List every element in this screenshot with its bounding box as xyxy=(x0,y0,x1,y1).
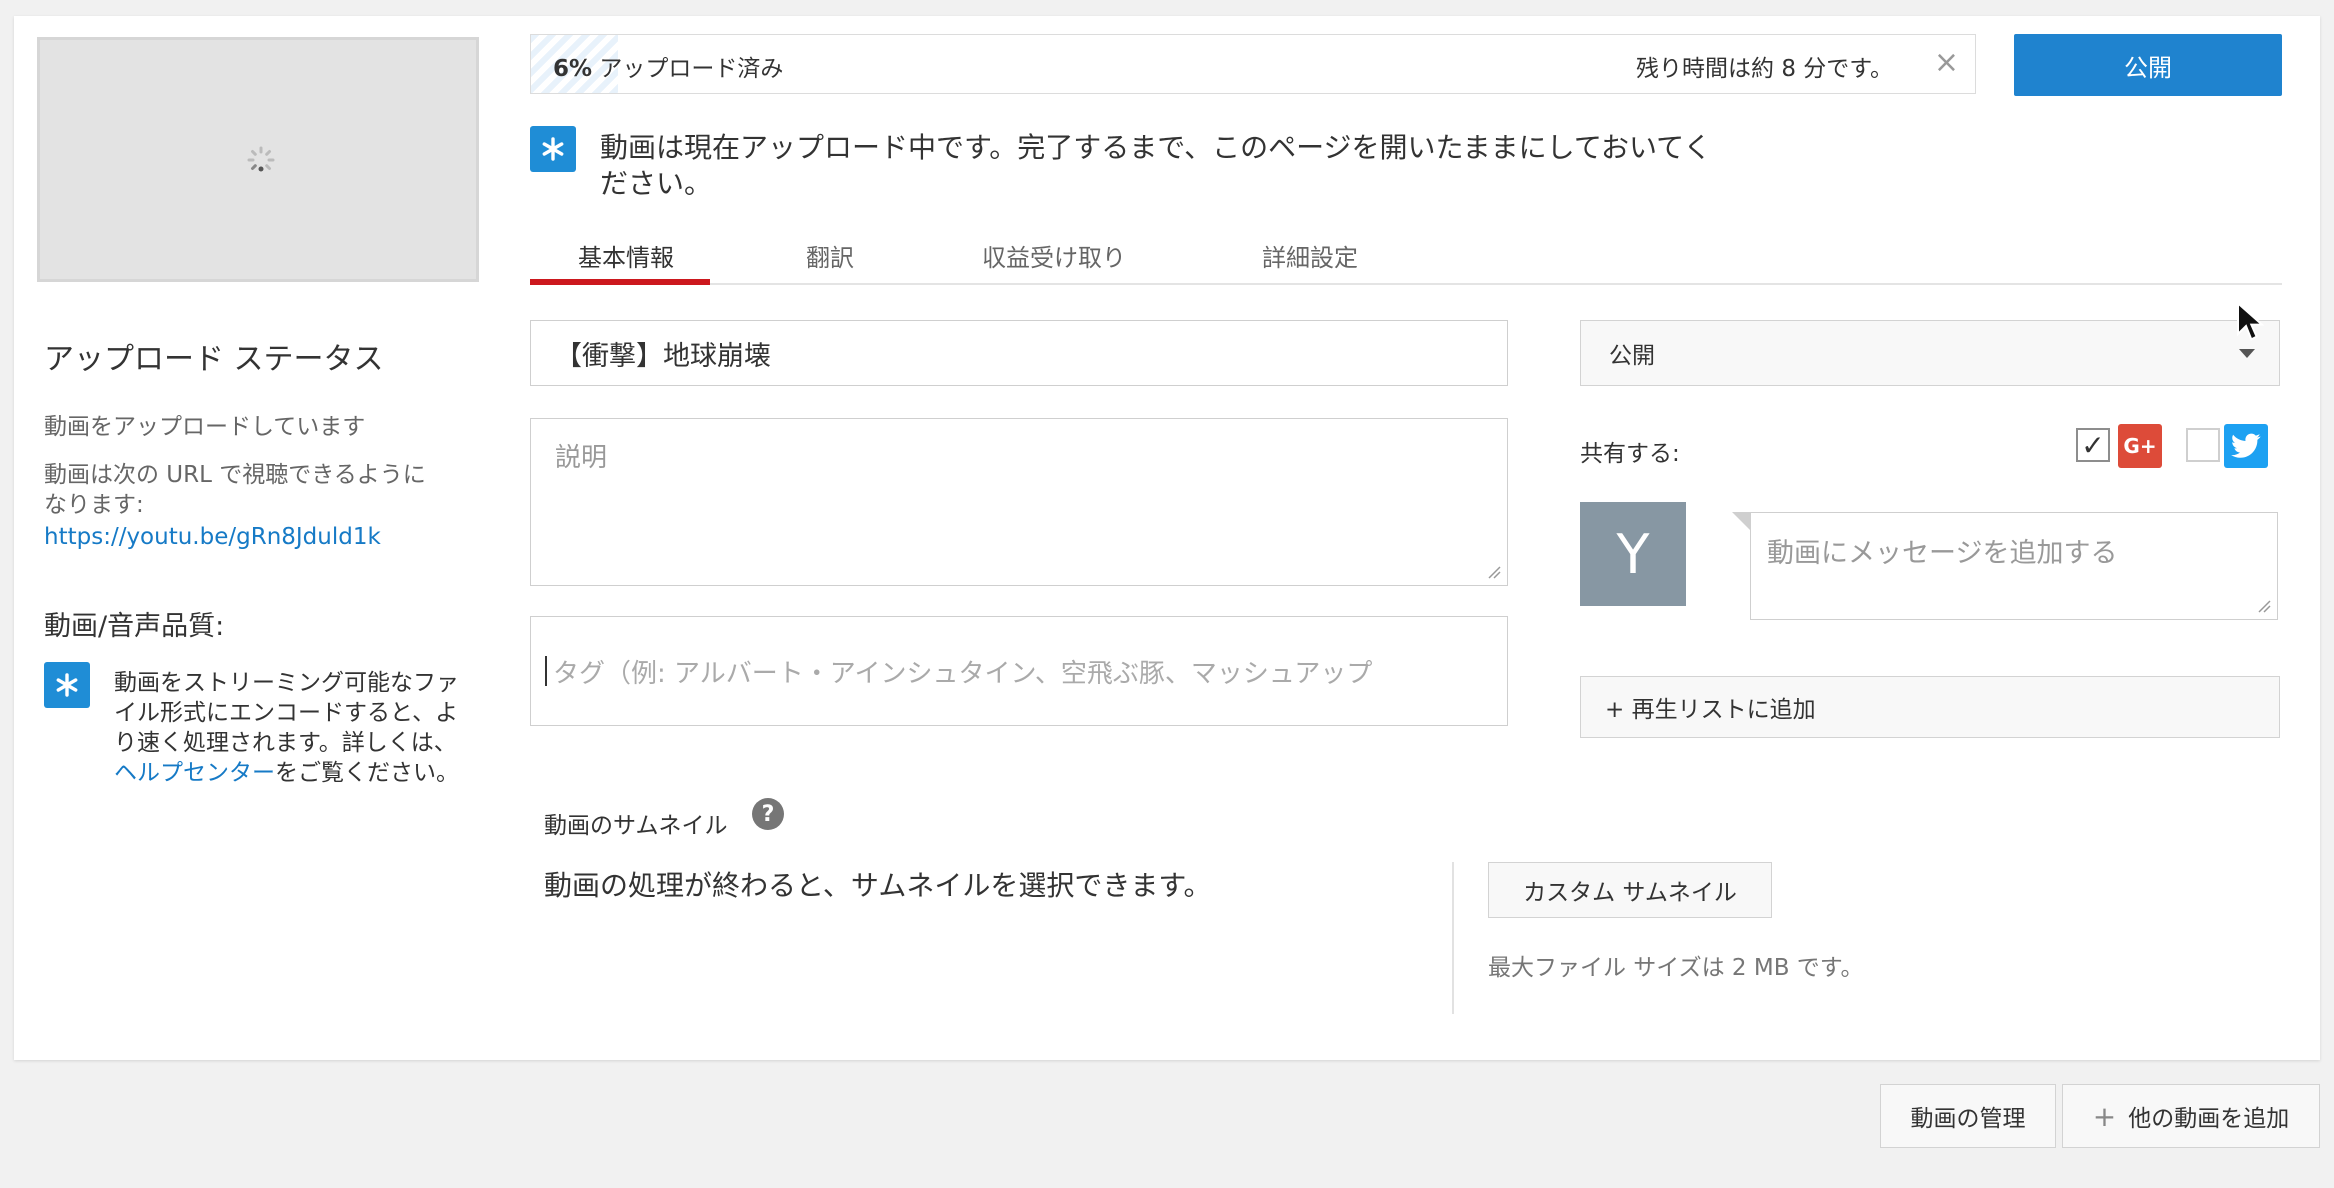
upload-progress-bar: 6% アップロード済み 残り時間は約 8 分です。 × xyxy=(530,34,1976,94)
title-input[interactable]: 【衝撃】地球崩壊 xyxy=(530,320,1508,386)
remaining-time: 残り時間は約 8 分です。 xyxy=(1636,56,1893,82)
tab-monetization[interactable]: 収益受け取り xyxy=(982,238,1126,273)
quality-title: 動画/音声品質: xyxy=(44,611,225,642)
publish-button[interactable]: 公開 xyxy=(2014,34,2282,96)
help-question-icon[interactable]: ? xyxy=(752,798,784,830)
tabs-divider xyxy=(530,283,2282,285)
max-file-size-note: 最大ファイル サイズは 2 MB です。 xyxy=(1488,955,1864,981)
thumbnail-label: 動画のサムネイル xyxy=(544,813,728,839)
add-to-playlist-button[interactable]: + 再生リストに追加 xyxy=(1580,676,2280,738)
text-caret xyxy=(545,656,547,686)
tab-advanced-settings[interactable]: 詳細設定 xyxy=(1262,238,1358,273)
avatar: Y xyxy=(1580,502,1686,606)
twitter-icon xyxy=(2224,424,2268,468)
tab-translation[interactable]: 翻訳 xyxy=(806,238,854,273)
message-placeholder: 動画にメッセージを追加する xyxy=(1767,538,2118,569)
dropdown-caret-icon xyxy=(2239,349,2255,358)
resize-handle-icon[interactable] xyxy=(1487,565,1501,579)
loading-spinner-icon xyxy=(247,146,275,172)
progress-label: アップロード済み xyxy=(599,56,784,82)
progress-text: 6% アップロード済み xyxy=(553,49,783,83)
star-tip-icon xyxy=(44,662,90,708)
quality-tip-text: 動画をストリーミング可能なファイル形式にエンコードすると、より速く処理されます。… xyxy=(114,668,474,788)
active-tab-indicator xyxy=(530,279,710,285)
share-label: 共有する: xyxy=(1580,441,1680,467)
manage-videos-button[interactable]: 動画の管理 xyxy=(1880,1084,2056,1148)
google-plus-icon: G+ xyxy=(2118,424,2162,468)
tip-body: 動画をストリーミング可能なファイル形式にエンコードすると、より速く処理されます。… xyxy=(114,670,459,756)
tags-placeholder: タグ（例: アルバート・アインシュタイン、空飛ぶ豚、マッシュアップ xyxy=(553,658,1373,689)
description-placeholder: 説明 xyxy=(555,443,608,473)
tip-suffix: をご覧ください。 xyxy=(275,760,459,786)
video-url-link[interactable]: https://youtu.be/gRn8Jduld1k xyxy=(44,524,381,550)
message-resize-handle-icon[interactable] xyxy=(2257,599,2271,613)
url-notice-line2-visible: なります: xyxy=(44,492,144,518)
mouse-cursor-icon xyxy=(2237,302,2264,341)
add-more-videos-button[interactable]: + 他の動画を追加 xyxy=(2062,1084,2320,1148)
tags-input[interactable]: タグ（例: アルバート・アインシュタイン、空飛ぶ豚、マッシュアップ xyxy=(530,616,1508,726)
thumbnail-divider xyxy=(1452,862,1454,1014)
cancel-upload-icon[interactable]: × xyxy=(1934,45,1959,80)
share-message-textarea[interactable]: 動画にメッセージを追加する xyxy=(1750,512,2278,620)
thumbnail-processing-message: 動画の処理が終わると、サムネイルを選択できます。 xyxy=(544,869,1212,902)
twitter-share-checkbox[interactable] xyxy=(2186,428,2220,462)
message-bubble-tip xyxy=(1732,512,1750,530)
star-info-icon xyxy=(530,126,576,172)
url-notice-line1: 動画は次の URL で視聴できるように xyxy=(44,462,426,488)
upload-status-title: アップロード ステータス xyxy=(44,342,384,377)
privacy-select[interactable]: 公開 xyxy=(1580,320,2280,386)
add-more-videos-label: 他の動画を追加 xyxy=(2128,1106,2290,1132)
description-textarea[interactable]: 説明 xyxy=(530,418,1508,586)
help-center-link[interactable]: ヘルプセンター xyxy=(114,760,275,786)
plus-icon: + xyxy=(2092,1099,2117,1133)
upload-status-text: 動画をアップロードしています xyxy=(44,414,366,440)
gplus-share-checkbox[interactable]: ✓ xyxy=(2076,428,2110,462)
privacy-value: 公開 xyxy=(1609,343,1655,369)
custom-thumbnail-button[interactable]: カスタム サムネイル xyxy=(1488,862,1772,918)
title-value: 【衝撃】地球崩壊 xyxy=(555,340,771,372)
tab-basic-info[interactable]: 基本情報 xyxy=(578,238,674,273)
upload-in-progress-message: 動画は現在アップロード中です。完了するまで、このページを開いたままにしておいてく… xyxy=(600,131,1712,200)
progress-percent: 6% xyxy=(553,56,593,82)
